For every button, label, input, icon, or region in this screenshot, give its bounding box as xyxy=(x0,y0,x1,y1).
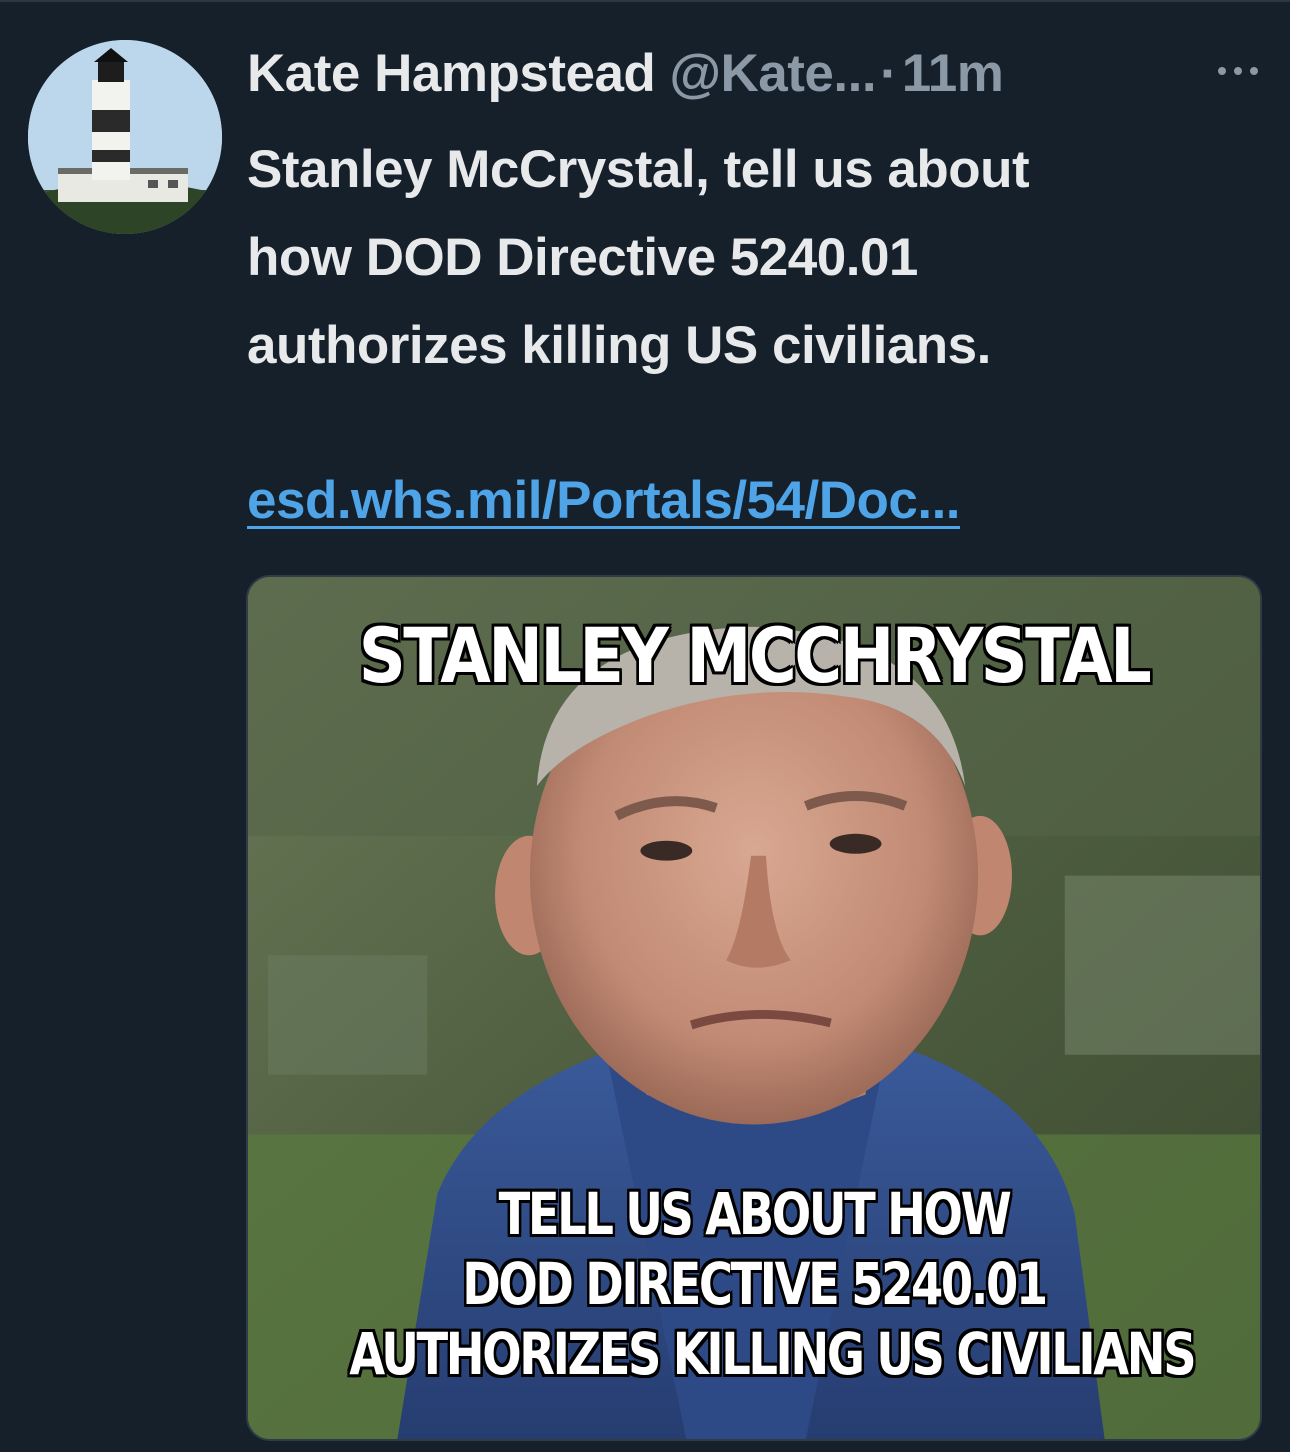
timestamp[interactable]: 11m xyxy=(902,43,1004,104)
tweet-text-line: authorizes killing US civilians. xyxy=(247,316,991,375)
tweet-text-line: Stanley McCrystal, tell us about xyxy=(247,140,1030,199)
meme-caption-line: DOD DIRECTIVE 5240.01 xyxy=(462,1250,1048,1318)
tweet-link[interactable]: esd.whs.mil/Portals/54/Doc... xyxy=(247,470,961,531)
tweet-media-image[interactable]: STANLEY MCCHRYSTAL TELL US ABOUT HOW DOD… xyxy=(246,575,1262,1441)
user-handle[interactable]: @Kate... xyxy=(669,43,876,104)
meme-top-caption: STANLEY MCCHRYSTAL xyxy=(358,611,1152,700)
avatar[interactable] xyxy=(28,40,222,234)
separator-dot: · xyxy=(880,43,898,103)
display-name[interactable]: Kate Hampstead xyxy=(247,43,656,104)
meme-caption-line: AUTHORIZES KILLING US CIVILIANS xyxy=(349,1320,1196,1388)
more-horizontal-icon xyxy=(1218,67,1258,75)
tweet[interactable]: Kate Hampstead @Kate... · 11m Stanley Mc… xyxy=(0,0,1290,1452)
tweet-text-line: how DOD Directive 5240.01 xyxy=(247,228,918,287)
meme-bottom-caption: TELL US ABOUT HOW DOD DIRECTIVE 5240.01 … xyxy=(349,1179,1196,1389)
more-options-button[interactable] xyxy=(1210,46,1266,96)
divider xyxy=(0,0,1290,2)
avatar-lighthouse-image xyxy=(28,40,222,234)
tweet-header: Kate Hampstead @Kate... · 11m xyxy=(247,38,1267,108)
meme-caption-line: TELL US ABOUT HOW xyxy=(498,1180,1012,1248)
tweet-text: Stanley McCrystal, tell us about how DOD… xyxy=(247,126,1257,390)
